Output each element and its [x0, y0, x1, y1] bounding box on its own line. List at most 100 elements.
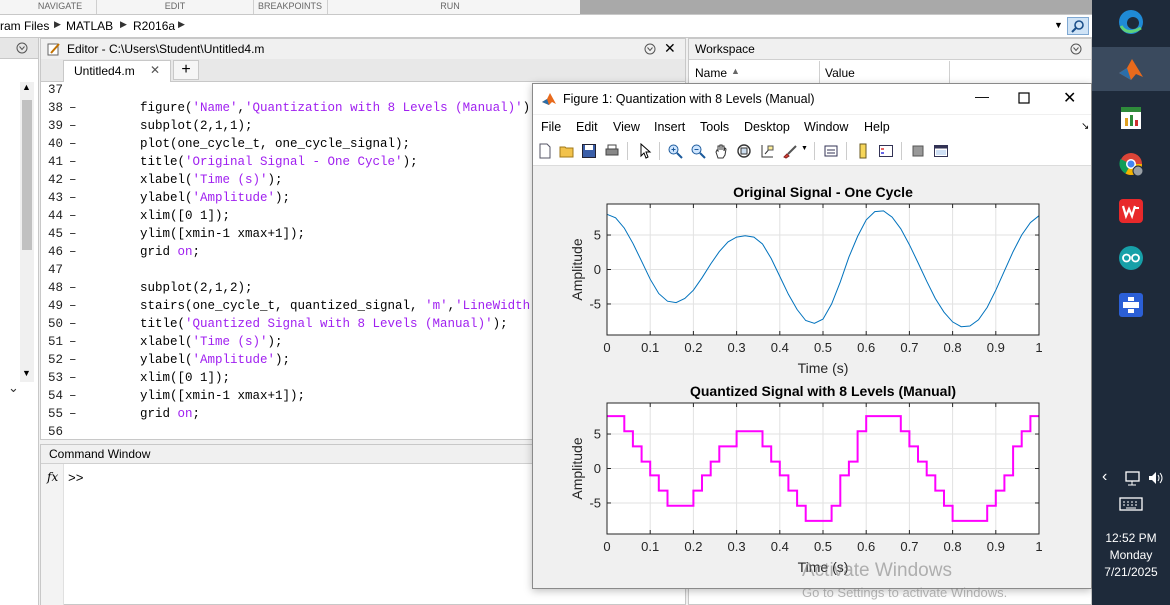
- menu-help[interactable]: Help: [864, 120, 890, 134]
- line-number[interactable]: 49: [35, 297, 63, 315]
- breakpoint-marker[interactable]: –: [69, 189, 77, 207]
- breakpoint-marker[interactable]: –: [69, 171, 77, 189]
- line-number[interactable]: 56: [35, 423, 63, 441]
- line-number[interactable]: 40: [35, 135, 63, 153]
- print-icon[interactable]: [604, 143, 620, 159]
- menu-insert[interactable]: Insert: [654, 120, 685, 134]
- line-number[interactable]: 51: [35, 333, 63, 351]
- line-number[interactable]: 55: [35, 405, 63, 423]
- close-icon[interactable]: ✕: [664, 40, 676, 57]
- breakpoint-marker[interactable]: –: [69, 369, 77, 387]
- pointer-icon[interactable]: [637, 143, 653, 159]
- line-number[interactable]: 50: [35, 315, 63, 333]
- toolstrip-breakpoints[interactable]: BREAKPOINTS: [255, 0, 325, 14]
- column-name[interactable]: Name: [695, 66, 727, 80]
- line-number[interactable]: 42: [35, 171, 63, 189]
- menu-view[interactable]: View: [613, 120, 640, 134]
- search-button[interactable]: [1067, 17, 1089, 35]
- taskbar-app-blue[interactable]: [1092, 283, 1170, 327]
- close-icon[interactable]: ✕: [150, 63, 160, 77]
- show-plot-tools-icon[interactable]: [933, 143, 949, 159]
- breakpoint-marker[interactable]: –: [69, 279, 77, 297]
- breakpoint-marker[interactable]: –: [69, 351, 77, 369]
- breakpoint-marker[interactable]: –: [69, 297, 77, 315]
- menu-tools[interactable]: Tools: [700, 120, 729, 134]
- menu-desktop[interactable]: Desktop: [744, 120, 790, 134]
- line-number[interactable]: 39: [35, 117, 63, 135]
- panel-menu-icon[interactable]: [1069, 42, 1083, 56]
- keyboard-icon[interactable]: [1119, 496, 1143, 512]
- figure-canvas[interactable]: 0 0.1 0.2 0.3 0.4 0.5 0.6 0.7 0.8 0.9 1 -5 0 5 Origina…: [533, 166, 1091, 588]
- line-number[interactable]: 47: [35, 261, 63, 279]
- line-number[interactable]: 37: [35, 81, 63, 99]
- line-number[interactable]: 38: [35, 99, 63, 117]
- crumb-r2016a[interactable]: R2016a: [133, 19, 175, 33]
- new-tab-button[interactable]: +: [173, 60, 199, 80]
- command-prompt[interactable]: >>: [68, 471, 84, 486]
- line-number[interactable]: 45: [35, 225, 63, 243]
- line-number[interactable]: 44: [35, 207, 63, 225]
- legend-icon[interactable]: [878, 143, 894, 159]
- breakpoint-marker[interactable]: –: [69, 135, 77, 153]
- menu-window[interactable]: Window: [804, 120, 848, 134]
- taskbar-chrome[interactable]: [1092, 142, 1170, 186]
- chevron-right-icon[interactable]: ▶: [178, 19, 185, 30]
- breakpoint-marker[interactable]: –: [69, 225, 77, 243]
- scrollbar[interactable]: ▲ ▼: [20, 82, 34, 382]
- column-value[interactable]: Value: [825, 66, 855, 80]
- taskbar-matlab[interactable]: [1092, 47, 1170, 91]
- crumb-matlab[interactable]: MATLAB: [66, 19, 113, 33]
- colorbar-icon[interactable]: [855, 143, 871, 159]
- rotate-3d-icon[interactable]: [736, 143, 752, 159]
- hide-plot-tools-icon[interactable]: [910, 143, 926, 159]
- chevron-left-icon[interactable]: ‹: [1102, 468, 1107, 486]
- chevron-right-icon[interactable]: ▶: [54, 19, 61, 30]
- taskbar-edge[interactable]: [1092, 0, 1170, 44]
- line-number[interactable]: 41: [35, 153, 63, 171]
- chevron-down-icon[interactable]: ▼: [1054, 20, 1063, 30]
- toolstrip-run[interactable]: RUN: [420, 0, 480, 14]
- line-number[interactable]: 43: [35, 189, 63, 207]
- new-figure-icon[interactable]: [537, 143, 553, 159]
- panel-menu-icon[interactable]: [643, 42, 657, 56]
- line-number[interactable]: 53: [35, 369, 63, 387]
- breakpoint-marker[interactable]: –: [69, 99, 77, 117]
- fx-icon[interactable]: fx: [47, 470, 58, 484]
- brush-icon[interactable]: [782, 143, 798, 159]
- dock-arrow-icon[interactable]: ↘: [1081, 121, 1089, 132]
- data-cursor-icon[interactable]: [759, 143, 775, 159]
- zoom-in-icon[interactable]: [667, 143, 683, 159]
- menu-edit[interactable]: Edit: [576, 120, 598, 134]
- sort-ascending-icon[interactable]: ▲: [731, 66, 740, 76]
- breakpoint-marker[interactable]: –: [69, 243, 77, 261]
- menu-file[interactable]: File: [541, 120, 561, 134]
- taskbar-clock[interactable]: 12:52 PM Monday 7/21/2025: [1092, 530, 1170, 581]
- breakpoint-marker[interactable]: –: [69, 333, 77, 351]
- column-divider[interactable]: [819, 61, 820, 83]
- breakpoint-marker[interactable]: –: [69, 117, 77, 135]
- chevron-down-icon[interactable]: ⌄: [8, 380, 19, 396]
- volume-icon[interactable]: [1147, 470, 1165, 486]
- chevron-right-icon[interactable]: ▶: [120, 19, 127, 30]
- breakpoint-marker[interactable]: –: [69, 387, 77, 405]
- crumb-program-files[interactable]: ram Files: [0, 19, 49, 33]
- minimize-icon[interactable]: —: [975, 88, 989, 104]
- breakpoint-marker[interactable]: –: [69, 405, 77, 423]
- line-number[interactable]: 54: [35, 387, 63, 405]
- network-icon[interactable]: [1124, 470, 1142, 486]
- plot-area[interactable]: 0 0.1 0.2 0.3 0.4 0.5 0.6 0.7 0.8 0.9 1 -5 0 5 Origina…: [533, 166, 1091, 588]
- chevron-down-icon[interactable]: ▼: [22, 368, 31, 378]
- scrollbar-thumb[interactable]: [22, 100, 32, 250]
- breakpoint-marker[interactable]: –: [69, 315, 77, 333]
- open-file-icon[interactable]: [559, 143, 575, 159]
- close-icon[interactable]: ✕: [1063, 88, 1076, 108]
- maximize-icon[interactable]: [1018, 92, 1030, 104]
- taskbar-app-chart[interactable]: [1092, 95, 1170, 139]
- zoom-out-icon[interactable]: [690, 143, 706, 159]
- line-number[interactable]: 48: [35, 279, 63, 297]
- toolstrip-navigate[interactable]: NAVIGATE: [30, 0, 90, 14]
- tab-untitled4[interactable]: Untitled4.m ✕: [63, 60, 171, 82]
- pan-icon[interactable]: [713, 143, 729, 159]
- column-divider[interactable]: [949, 61, 950, 83]
- save-icon[interactable]: [581, 143, 597, 159]
